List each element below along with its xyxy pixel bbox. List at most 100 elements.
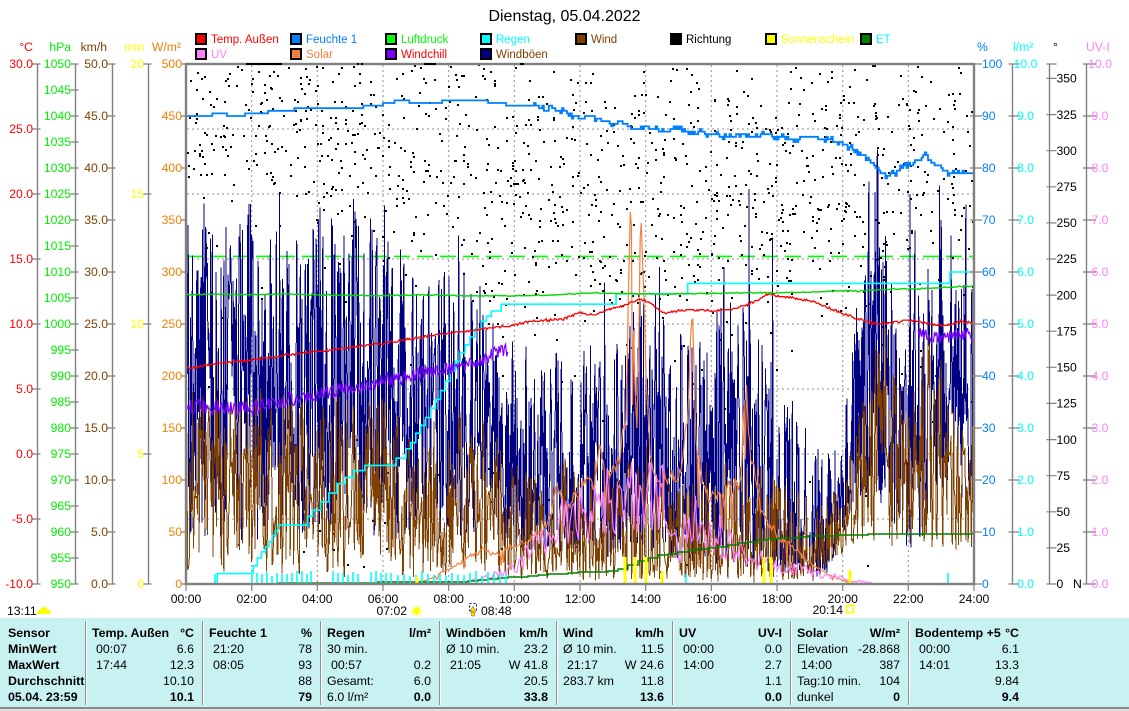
svg-text:25.0: 25.0 <box>84 317 108 331</box>
svg-text:20: 20 <box>130 57 144 71</box>
svg-text:970: 970 <box>51 473 72 487</box>
svg-text:10: 10 <box>130 317 144 331</box>
svg-text:10.0: 10.0 <box>1014 57 1038 71</box>
svg-text:1.0: 1.0 <box>1017 525 1034 539</box>
svg-text:3.0: 3.0 <box>1092 421 1109 435</box>
svg-text:8.0: 8.0 <box>1017 161 1034 175</box>
svg-text:14:00: 14:00 <box>630 592 661 606</box>
svg-text:995: 995 <box>51 343 72 357</box>
svg-text:4.0: 4.0 <box>1017 369 1034 383</box>
svg-text:75: 75 <box>1057 469 1071 483</box>
svg-text:10.0: 10.0 <box>1088 57 1112 71</box>
svg-text:0.0: 0.0 <box>16 447 33 461</box>
svg-text:50.0: 50.0 <box>84 57 108 71</box>
svg-text:1.0: 1.0 <box>1092 525 1109 539</box>
svg-text:70: 70 <box>982 213 996 227</box>
svg-text:350: 350 <box>162 213 183 227</box>
svg-text:3.0: 3.0 <box>1017 421 1034 435</box>
svg-text:175: 175 <box>1057 324 1078 338</box>
svg-text:2.0: 2.0 <box>1092 473 1109 487</box>
svg-text:1040: 1040 <box>44 109 71 123</box>
svg-text:5.0: 5.0 <box>16 382 33 396</box>
svg-text:90: 90 <box>982 109 996 123</box>
svg-text:200: 200 <box>1057 288 1078 302</box>
svg-text:5: 5 <box>137 447 144 461</box>
svg-text:1045: 1045 <box>44 83 71 97</box>
svg-text:25: 25 <box>1057 541 1071 555</box>
svg-text:20.0: 20.0 <box>84 369 108 383</box>
svg-text:350: 350 <box>1057 72 1078 86</box>
svg-text:40: 40 <box>982 369 996 383</box>
svg-text:7.0: 7.0 <box>1017 213 1034 227</box>
svg-text:25.0: 25.0 <box>9 122 33 136</box>
svg-text:500: 500 <box>162 57 183 71</box>
svg-text:990: 990 <box>51 369 72 383</box>
svg-text:1020: 1020 <box>44 213 71 227</box>
svg-text:15: 15 <box>130 187 144 201</box>
svg-text:10: 10 <box>982 525 996 539</box>
svg-text:0: 0 <box>982 577 989 591</box>
svg-text:9.0: 9.0 <box>1092 109 1109 123</box>
svg-text:18:00: 18:00 <box>762 592 793 606</box>
svg-text:13:11: 13:11 <box>7 604 37 618</box>
svg-text:985: 985 <box>51 395 72 409</box>
svg-text:0.0: 0.0 <box>1092 577 1109 591</box>
svg-text:0.0: 0.0 <box>91 577 108 591</box>
svg-text:150: 150 <box>162 421 183 435</box>
svg-text:2.0: 2.0 <box>1017 473 1034 487</box>
svg-text:250: 250 <box>162 317 183 331</box>
svg-text:0: 0 <box>175 577 182 591</box>
svg-text:20:14: 20:14 <box>813 603 844 617</box>
svg-text:-10.0: -10.0 <box>5 577 33 591</box>
svg-text:04:00: 04:00 <box>302 592 333 606</box>
svg-text:275: 275 <box>1057 180 1078 194</box>
svg-text:250: 250 <box>1057 216 1078 230</box>
svg-text:1025: 1025 <box>44 187 71 201</box>
svg-text:08:00: 08:00 <box>433 592 464 606</box>
svg-text:960: 960 <box>51 525 72 539</box>
svg-text:1015: 1015 <box>44 239 71 253</box>
svg-text:980: 980 <box>51 421 72 435</box>
svg-text:10.0: 10.0 <box>84 473 108 487</box>
svg-text:975: 975 <box>51 447 72 461</box>
svg-text:9.0: 9.0 <box>1017 109 1034 123</box>
svg-text:08:48: 08:48 <box>481 604 512 618</box>
svg-text:0: 0 <box>1057 577 1064 591</box>
svg-text:15.0: 15.0 <box>84 421 108 435</box>
svg-text:150: 150 <box>1057 361 1078 375</box>
svg-text:12:00: 12:00 <box>565 592 596 606</box>
svg-text:80: 80 <box>982 161 996 175</box>
svg-text:7.0: 7.0 <box>1092 213 1109 227</box>
svg-text:300: 300 <box>1057 144 1078 158</box>
svg-text:125: 125 <box>1057 397 1078 411</box>
svg-text:325: 325 <box>1057 108 1078 122</box>
svg-text:6.0: 6.0 <box>1092 265 1109 279</box>
svg-text:00:00: 00:00 <box>171 592 202 606</box>
svg-text:10.0: 10.0 <box>9 317 33 331</box>
svg-text:100: 100 <box>162 473 183 487</box>
svg-text:100: 100 <box>1057 433 1078 447</box>
svg-text:22:00: 22:00 <box>893 592 924 606</box>
svg-text:1050: 1050 <box>44 57 71 71</box>
svg-text:35.0: 35.0 <box>84 213 108 227</box>
svg-text:16:00: 16:00 <box>696 592 727 606</box>
svg-text:4.0: 4.0 <box>1092 369 1109 383</box>
svg-text:8.0: 8.0 <box>1092 161 1109 175</box>
svg-text:5.0: 5.0 <box>1092 317 1109 331</box>
svg-text:1000: 1000 <box>44 317 71 331</box>
svg-text:30.0: 30.0 <box>9 57 33 71</box>
svg-text:950: 950 <box>51 577 72 591</box>
svg-text:-5.0: -5.0 <box>12 512 33 526</box>
svg-text:40.0: 40.0 <box>84 161 108 175</box>
svg-text:1035: 1035 <box>44 135 71 149</box>
svg-text:30: 30 <box>982 421 996 435</box>
svg-text:0: 0 <box>137 577 144 591</box>
svg-text:0.0: 0.0 <box>1017 577 1034 591</box>
svg-text:07:02: 07:02 <box>377 604 408 618</box>
svg-text:15.0: 15.0 <box>9 252 33 266</box>
svg-text:50: 50 <box>168 525 182 539</box>
svg-text:300: 300 <box>162 265 183 279</box>
svg-text:200: 200 <box>162 369 183 383</box>
svg-text:400: 400 <box>162 161 183 175</box>
svg-text:225: 225 <box>1057 252 1078 266</box>
